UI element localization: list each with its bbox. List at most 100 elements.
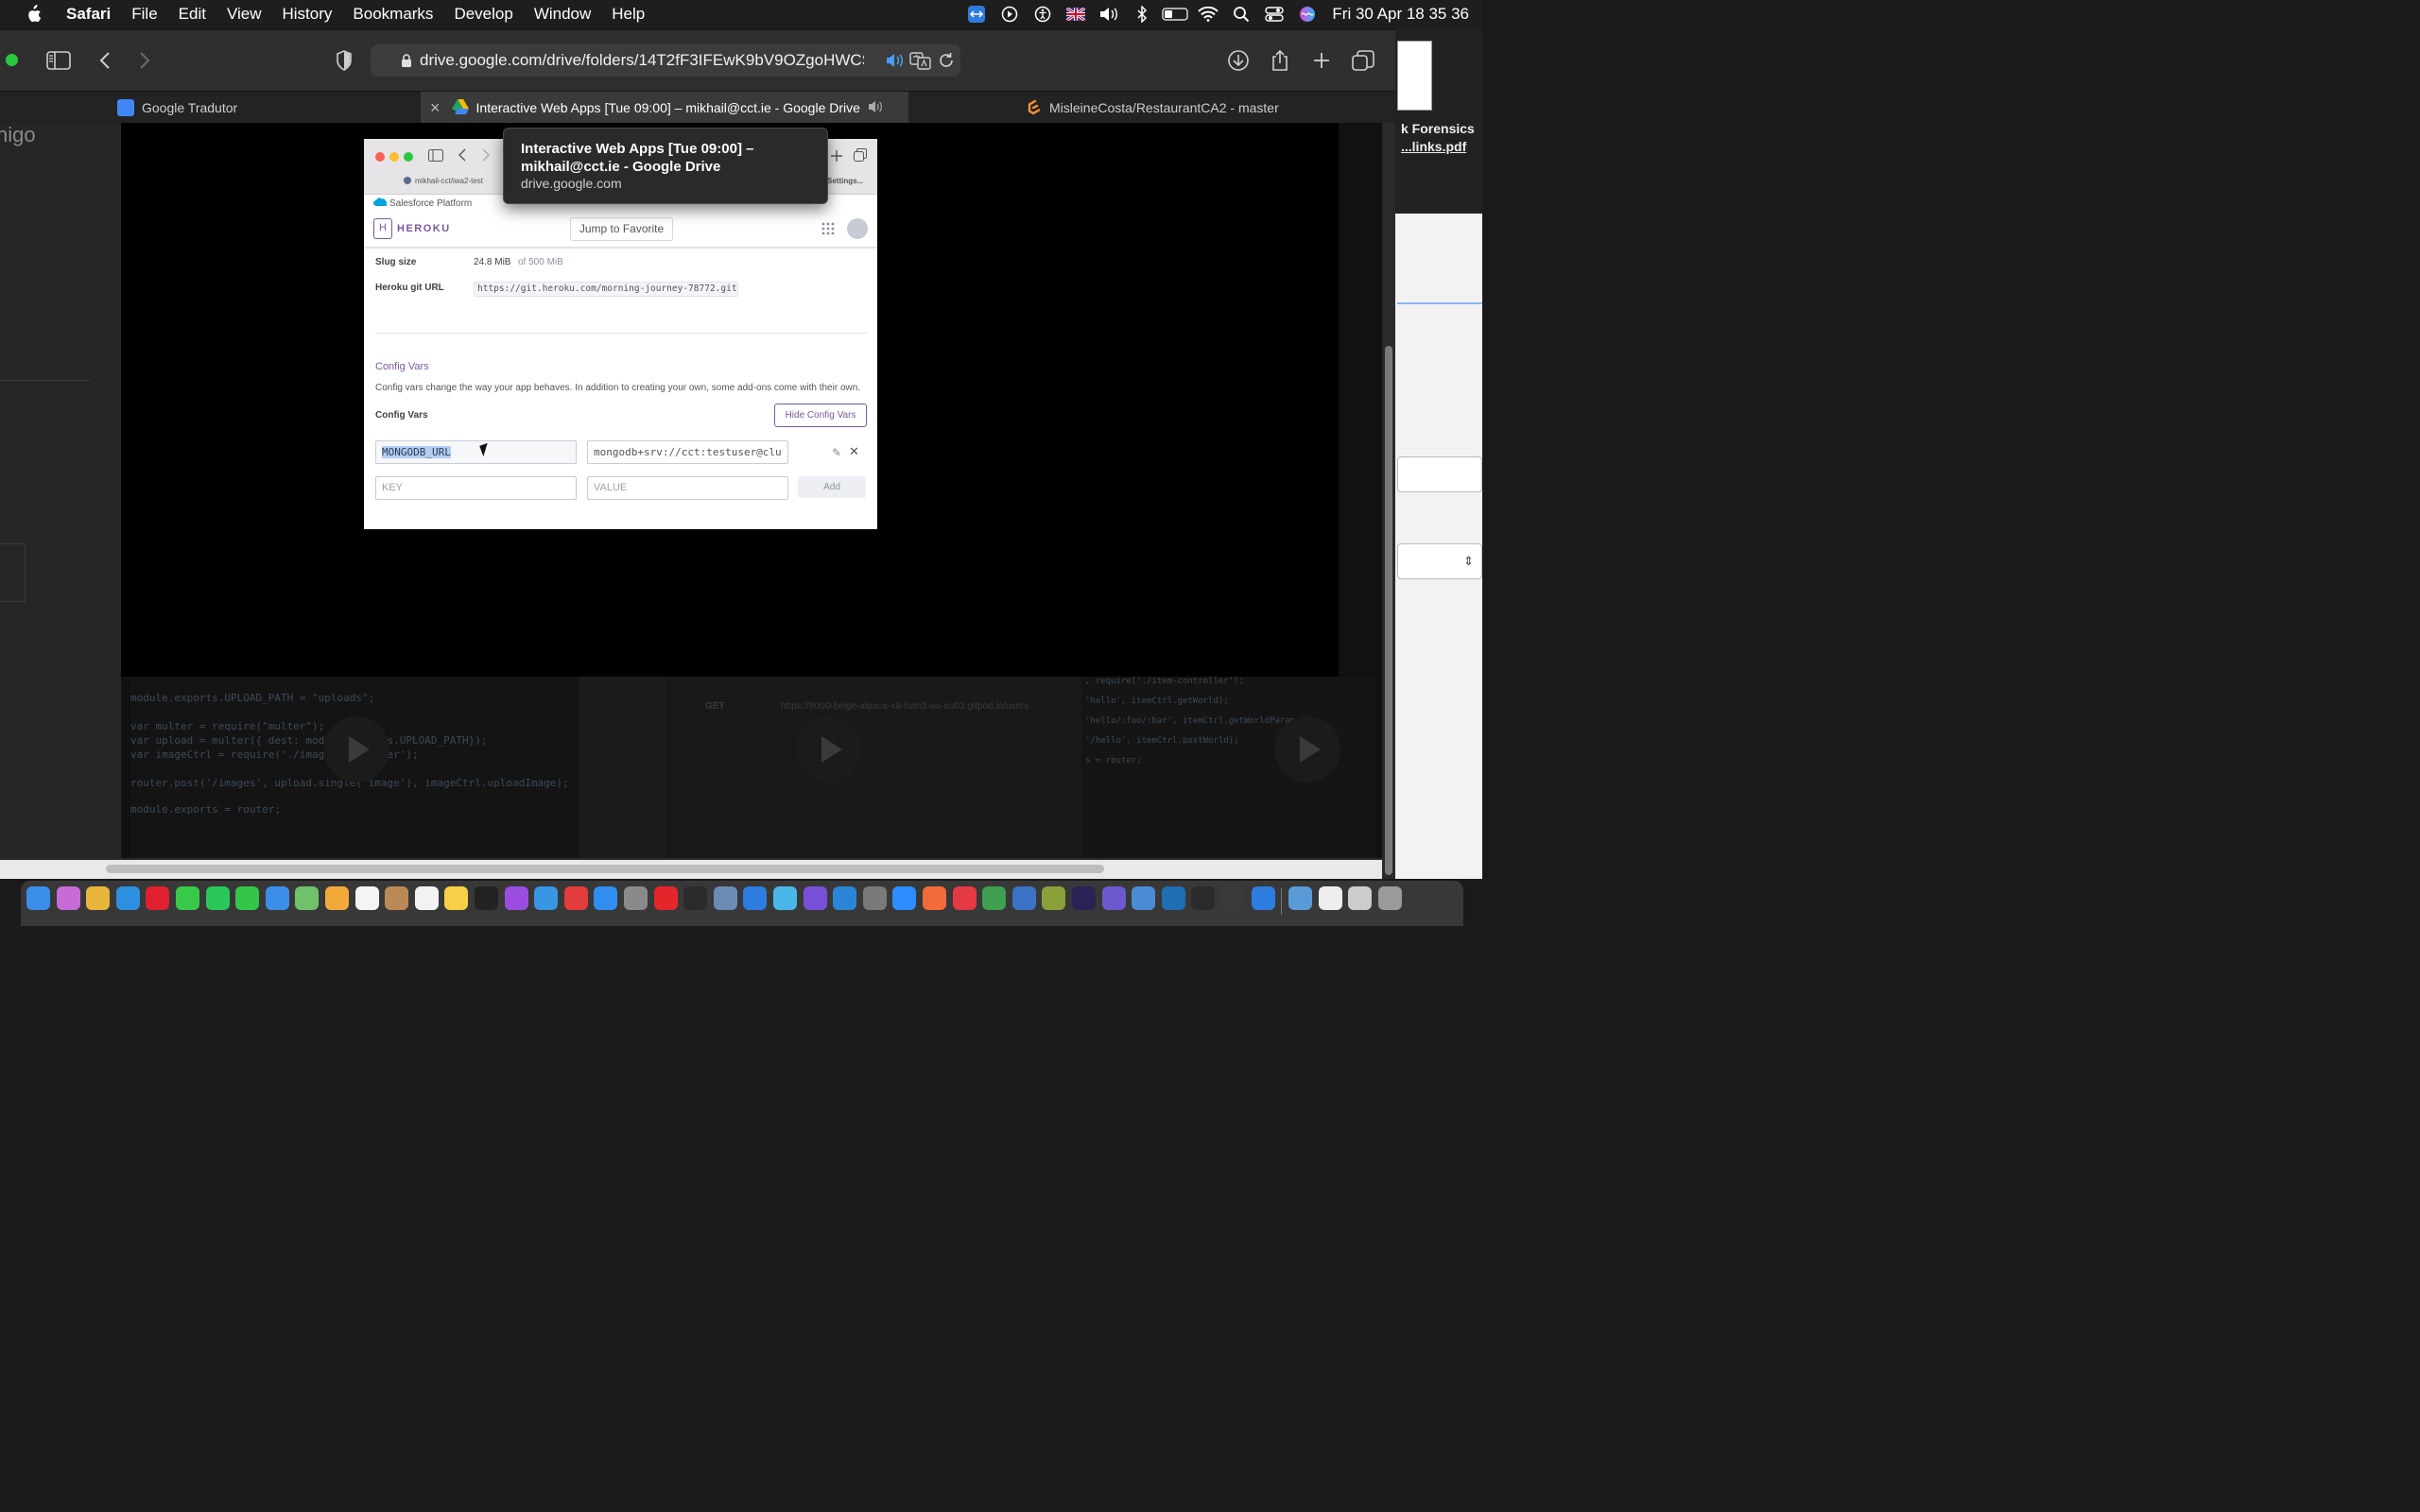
wps-icon[interactable] [563, 886, 588, 910]
close-tab-icon[interactable]: × [430, 98, 441, 118]
video-thumbnail-code[interactable]: module.exports.UPLOAD_PATH = "uploads"; … [130, 677, 579, 858]
background-window-right[interactable]: k Forensics ...links.pdf image 08-1 ⇕ [1395, 27, 1482, 879]
play-icon[interactable] [996, 0, 1023, 27]
siri-icon[interactable] [1294, 0, 1321, 27]
documents-stack-icon[interactable] [1348, 886, 1373, 910]
horizontal-scrollbar[interactable] [0, 860, 1382, 879]
appstore-icon[interactable] [594, 886, 618, 910]
pdf-file-title[interactable]: k Forensics ...links.pdf [1401, 120, 1475, 156]
volume-icon[interactable] [1096, 0, 1122, 27]
podcasts-icon[interactable] [504, 886, 528, 910]
vertical-scrollbar[interactable] [1382, 123, 1395, 879]
uk-flag-icon[interactable] [1063, 0, 1089, 27]
photos-icon[interactable] [325, 886, 349, 910]
battery-icon[interactable] [1162, 0, 1189, 27]
teamviewer2-icon[interactable] [1251, 886, 1275, 910]
menu-clock[interactable]: Fri 30 Apr 18 35 36 [1332, 5, 1469, 24]
menu-view[interactable]: View [227, 5, 262, 24]
messages-icon[interactable] [176, 886, 199, 910]
audio-playing-icon[interactable] [885, 52, 904, 74]
share-icon[interactable] [1267, 47, 1293, 74]
sidebar-toggle-icon[interactable] [45, 47, 72, 74]
downloads-icon[interactable] [1225, 47, 1252, 74]
background-select-field[interactable]: ⇕ [1397, 543, 1482, 579]
video-thumbnail-code-2[interactable]: , require('./item-controller'); 'hello',… [1081, 677, 1376, 858]
whatsapp-icon[interactable] [205, 886, 230, 910]
tab-github-restaurant[interactable]: MisleineCosta/RestaurantCA2 - master [1025, 92, 1393, 124]
github-icon[interactable] [803, 886, 827, 910]
apple-menu-icon[interactable] [25, 4, 42, 24]
play-button-icon[interactable] [1274, 716, 1340, 782]
system-preferences-icon[interactable] [624, 886, 648, 910]
scrollbar-thumb[interactable] [106, 865, 1104, 873]
virtualbox-icon[interactable] [1011, 886, 1036, 910]
youtube-icon[interactable] [653, 886, 678, 910]
preview-icon[interactable] [713, 886, 737, 910]
control-center-icon[interactable] [1261, 0, 1288, 27]
facetime-icon[interactable] [235, 886, 260, 910]
menu-app-name[interactable]: Safari [66, 5, 111, 24]
keyboard-viewer-icon[interactable] [862, 886, 887, 910]
reminders-icon[interactable] [414, 886, 439, 910]
mail-icon[interactable] [265, 886, 289, 910]
docker-icon[interactable] [1132, 886, 1156, 910]
menu-edit[interactable]: Edit [179, 5, 206, 24]
acrobat-icon[interactable] [952, 886, 977, 910]
zoom-icon[interactable] [892, 886, 917, 910]
screen-recorder-icon[interactable] [1221, 886, 1245, 910]
textedit-icon[interactable] [1318, 886, 1342, 910]
menu-develop[interactable]: Develop [454, 5, 512, 24]
trash-icon[interactable] [1378, 886, 1402, 910]
video-thumbnail-postman[interactable]: GET https://8000-beige-alpaca-x9-hwn3.ws… [666, 677, 1081, 858]
tab-audio-icon[interactable] [868, 100, 883, 116]
notes-icon[interactable] [444, 886, 469, 910]
maps-icon[interactable] [295, 886, 320, 910]
tab-google-tradutor[interactable]: Google Tradutor [117, 92, 420, 124]
spotlight-icon[interactable] [1228, 0, 1254, 27]
cog-app-icon[interactable] [1101, 886, 1126, 910]
safari-icon[interactable] [115, 886, 140, 910]
mongodb-icon[interactable] [982, 886, 1007, 910]
privacy-shield-icon[interactable] [331, 47, 357, 74]
contacts-icon[interactable] [385, 886, 409, 910]
url-text[interactable]: drive.google.com/drive/folders/14T2fF3IF… [420, 51, 864, 70]
keynote-icon[interactable] [534, 886, 559, 910]
scrollbar-thumb[interactable] [1385, 346, 1392, 875]
menu-window[interactable]: Window [534, 5, 591, 24]
play-button-icon[interactable] [323, 716, 389, 782]
wifi-icon[interactable] [1195, 0, 1221, 27]
finder-icon[interactable] [26, 886, 50, 910]
teamviewer-icon[interactable] [743, 886, 768, 910]
accessibility-icon[interactable] [1029, 0, 1056, 27]
tab-overview-icon[interactable] [1350, 47, 1376, 74]
bluetooth-icon[interactable] [1129, 0, 1155, 27]
forward-icon[interactable] [131, 47, 158, 74]
mamp-icon[interactable] [1042, 886, 1066, 910]
translate-icon[interactable] [909, 51, 932, 75]
tab-google-drive[interactable]: × Interactive Web Apps [Tue 09:00] – mik… [421, 92, 908, 124]
appletv-icon[interactable] [475, 886, 498, 910]
menu-help[interactable]: Help [612, 5, 645, 24]
new-tab-icon[interactable] [1308, 47, 1335, 74]
opera-icon[interactable] [146, 886, 170, 910]
mysql-workbench-icon[interactable] [1161, 886, 1185, 910]
menu-history[interactable]: History [283, 5, 333, 24]
background-input-field[interactable] [1397, 456, 1482, 492]
cyberduck-icon[interactable] [773, 886, 797, 910]
vscode-icon[interactable] [833, 886, 857, 910]
menu-file[interactable]: File [131, 5, 157, 24]
gitpod-icon[interactable] [1191, 886, 1216, 910]
eclipse-icon[interactable] [1072, 886, 1096, 910]
address-bar[interactable]: drive.google.com/drive/folders/14T2fF3IF… [371, 44, 960, 77]
reload-icon[interactable] [938, 52, 955, 74]
back-icon[interactable] [92, 47, 118, 74]
menu-bookmarks[interactable]: Bookmarks [353, 5, 433, 24]
postman-icon[interactable] [923, 886, 946, 910]
launchpad-icon[interactable] [56, 886, 80, 910]
play-button-icon[interactable] [796, 716, 862, 782]
calendar-icon[interactable] [354, 886, 379, 910]
pdf-thumbnail-icon[interactable] [1397, 41, 1432, 111]
terminal-icon[interactable] [683, 886, 708, 910]
elephant-icon[interactable] [1288, 886, 1313, 910]
teamviewer-icon[interactable] [963, 0, 990, 27]
